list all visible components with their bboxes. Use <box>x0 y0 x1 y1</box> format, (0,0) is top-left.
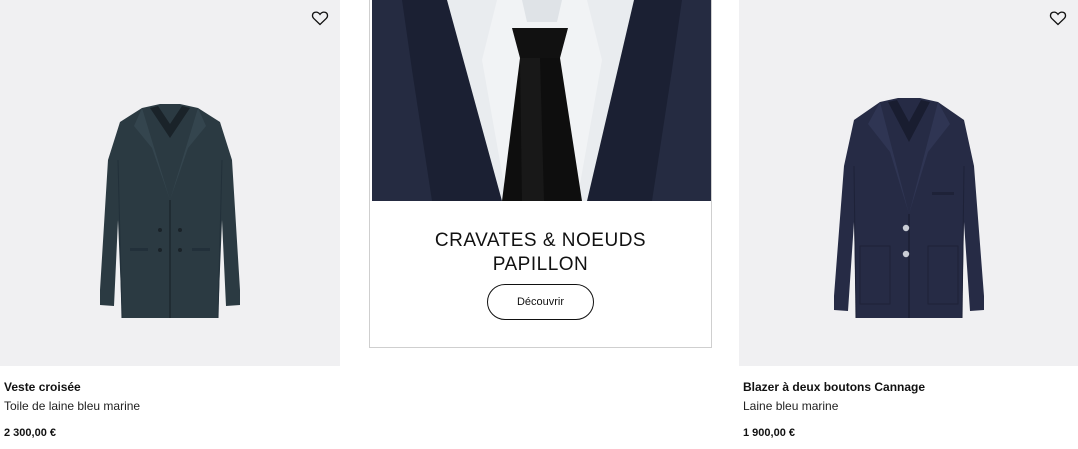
discover-button[interactable]: Découvrir <box>487 284 594 320</box>
product-name[interactable]: Veste croisée <box>4 380 340 394</box>
two-button-blazer-image <box>833 98 984 319</box>
heart-outline-icon[interactable] <box>310 8 330 28</box>
product-image-tile[interactable] <box>739 0 1078 366</box>
double-breasted-jacket-image <box>100 104 240 319</box>
promo-title-line-2: PAPILLON <box>492 254 589 275</box>
heart-outline-icon[interactable] <box>1048 8 1068 28</box>
product-image-tile[interactable] <box>0 0 340 366</box>
promo-image-tie <box>372 0 711 201</box>
product-description: Laine bleu marine <box>743 399 839 413</box>
product-price: 1 900,00 € <box>743 427 795 439</box>
product-card-veste-croisee[interactable]: Veste croisée Toile de laine bleu marine… <box>0 0 340 440</box>
promo-title: CRAVATES & NOEUDS PAPILLON <box>370 229 711 277</box>
product-description: Toile de laine bleu marine <box>4 399 141 413</box>
product-price: 2 300,00 € <box>4 427 56 439</box>
promo-title-line-1: CRAVATES & NOEUDS <box>434 230 647 251</box>
promo-card-ties-bowties[interactable]: CRAVATES & NOEUDS PAPILLON Découvrir <box>369 0 712 348</box>
product-card-blazer-cannage[interactable]: Blazer à deux boutons Cannage Laine bleu… <box>739 0 1078 440</box>
product-name[interactable]: Blazer à deux boutons Cannage <box>743 380 1078 394</box>
